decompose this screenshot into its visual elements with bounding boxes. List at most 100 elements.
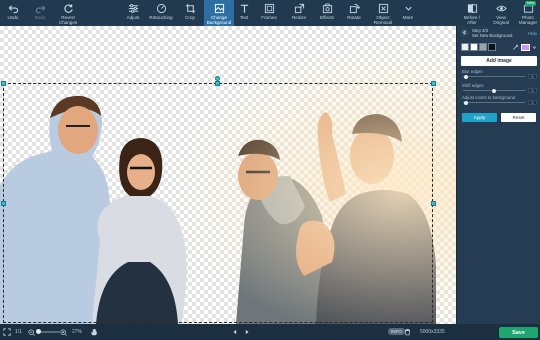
chevron-down-icon[interactable] (532, 45, 537, 50)
crop-label: Crop (185, 15, 195, 20)
top-toolbar: Undo Redo Revert Changes Adjust Retouchi… (0, 0, 540, 26)
resize-handle-top-left[interactable] (1, 81, 6, 86)
reset-button[interactable]: Reset (501, 113, 536, 122)
before-after-label: Before / After (463, 15, 481, 25)
blur-edges-value[interactable]: 0 (528, 74, 537, 79)
panel-header: Step 3/3 Set New Background Help (457, 26, 540, 40)
zoom-in-button[interactable] (60, 324, 67, 340)
redo-label: Redo (34, 15, 46, 20)
next-icon (245, 329, 249, 335)
prev-image-button[interactable] (232, 324, 238, 340)
retouching-icon (156, 3, 166, 14)
change-background-icon (214, 3, 224, 14)
resize-handle-right[interactable] (431, 201, 436, 206)
frames-label: Frames (261, 15, 277, 20)
info-badge[interactable]: INFO (388, 328, 405, 335)
eyedropper-icon[interactable] (512, 44, 519, 51)
shift-edges-label: Shift edges (462, 83, 484, 88)
back-icon[interactable] (461, 29, 468, 36)
view-original-label: View Original (493, 15, 509, 25)
retouching-label: Retouching (149, 15, 173, 20)
object-removal-icon (378, 3, 388, 14)
swatch-black[interactable] (488, 43, 496, 51)
color-preview[interactable] (520, 43, 531, 51)
fit-screen-button[interactable] (3, 324, 11, 340)
resize-handle-left[interactable] (1, 201, 6, 206)
before-after-button[interactable]: Before / After (461, 0, 483, 26)
adjust-label: Adjust (126, 15, 140, 20)
text-button[interactable]: Text (236, 0, 252, 26)
retouching-button[interactable]: Retouching (147, 0, 175, 26)
crop-icon (185, 3, 195, 14)
object-removal-button[interactable]: Object Removal (371, 0, 395, 26)
view-original-button[interactable]: View Original (490, 0, 512, 26)
revert-changes-button[interactable]: Revert Changes (55, 0, 81, 26)
effects-label: Effects (320, 15, 334, 20)
zoom-slider[interactable] (38, 331, 60, 333)
crop-button[interactable]: Crop (180, 0, 200, 26)
adjust-colors-value[interactable]: 0 (528, 100, 537, 105)
text-label: Text (239, 15, 249, 20)
zoom-in-icon (60, 328, 67, 336)
undo-button[interactable]: Undo (3, 0, 23, 26)
status-bar: 1/1 27% INFO 5000x3335 Save (0, 324, 540, 340)
fit-screen-icon (3, 328, 11, 336)
rotate-handle[interactable] (215, 76, 220, 81)
swatch-white[interactable] (470, 43, 478, 51)
resize-handle-top-right[interactable] (431, 81, 436, 86)
shift-edges-value[interactable]: 0 (528, 88, 537, 93)
frames-icon (264, 3, 274, 14)
image-canvas[interactable] (0, 26, 456, 324)
step-subtitle: Set New Background (472, 33, 513, 38)
custom-color-picker[interactable] (512, 43, 537, 51)
object-removal-label: Object Removal (373, 15, 393, 25)
revert-label: Revert Changes (58, 15, 78, 25)
selection-box[interactable] (3, 83, 433, 323)
zoom-slider-knob[interactable] (36, 329, 41, 334)
rotate-label: Rotate (347, 15, 361, 20)
next-image-button[interactable] (244, 324, 250, 340)
add-image-button[interactable]: Add image (461, 56, 537, 66)
resize-button[interactable]: Resize (288, 0, 310, 26)
adjust-colors-knob[interactable] (464, 100, 469, 105)
before-after-icon (467, 3, 477, 14)
photo-manager-label: Photo Manager (518, 15, 538, 25)
change-background-button[interactable]: Change Background (204, 0, 234, 26)
help-link[interactable]: Help (528, 31, 537, 36)
background-panel: Step 3/3 Set New Background Help Add ima… (456, 26, 540, 324)
frames-button[interactable]: Frames (258, 0, 280, 26)
undo-icon (8, 5, 18, 14)
zoom-out-button[interactable] (28, 324, 35, 340)
more-label: More (402, 15, 414, 20)
rotate-button[interactable]: Rotate (343, 0, 365, 26)
shift-edges-knob[interactable] (492, 88, 496, 93)
more-button[interactable]: More (399, 0, 417, 26)
adjust-button[interactable]: Adjust (122, 0, 144, 26)
blur-edges-knob[interactable] (464, 74, 469, 79)
zoom-level: 27% (72, 329, 83, 335)
resize-handle-top[interactable] (215, 81, 220, 86)
blur-edges-slider[interactable] (463, 76, 525, 77)
zoom-out-icon (28, 328, 35, 336)
redo-icon (35, 5, 45, 14)
trash-icon (405, 328, 410, 336)
prev-icon (233, 329, 237, 335)
swatch-gray[interactable] (479, 43, 487, 51)
hand-icon (91, 328, 97, 336)
adjust-colors-slider[interactable] (463, 102, 525, 103)
redo-button[interactable]: Redo (30, 0, 50, 26)
apply-button[interactable]: Apply (462, 113, 497, 122)
effects-button[interactable]: Effects (316, 0, 338, 26)
save-button[interactable]: Save (499, 327, 538, 338)
rotate-icon (349, 3, 360, 14)
swatch-transparent[interactable] (461, 43, 469, 51)
adjust-colors-label: Adjust colors to background (462, 95, 516, 100)
delete-button[interactable] (404, 324, 411, 340)
page-indicator: 1/1 (15, 329, 22, 335)
chevron-down-icon (404, 6, 412, 11)
blur-edges-label: Blur edges (462, 69, 483, 74)
adjust-icon (128, 4, 138, 13)
undo-label: Undo (7, 15, 19, 20)
hand-tool-button[interactable] (90, 324, 98, 340)
effects-icon (322, 3, 332, 14)
